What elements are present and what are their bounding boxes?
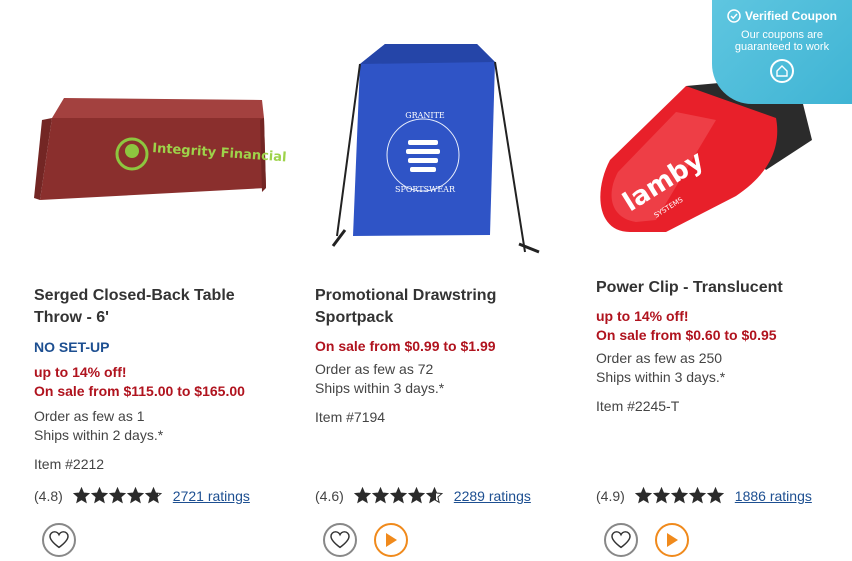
ratings-link[interactable]: 1886 ratings	[735, 488, 812, 504]
badge-icon	[770, 59, 794, 83]
star-rating	[72, 487, 162, 504]
rating-score: (4.6)	[315, 487, 344, 504]
min-order: Order as few as 250	[596, 350, 723, 366]
play-video-button[interactable]	[374, 523, 408, 557]
star-icon	[407, 487, 425, 504]
coupon-subtitle: Our coupons are guaranteed to work	[734, 29, 830, 53]
svg-text:GRANITE: GRANITE	[405, 111, 445, 120]
min-order: Order as few as 1	[34, 408, 145, 424]
item-number: Item #2212	[34, 456, 105, 472]
product-rating: (4.9) 1886 ratings	[596, 487, 812, 504]
star-icon	[652, 487, 670, 504]
star-icon	[634, 487, 652, 504]
ships-within: Ships within 3 days.*	[596, 369, 726, 385]
rating-score: (4.8)	[34, 487, 63, 504]
star-icon	[144, 487, 162, 504]
sale-price: On sale from $115.00 to $165.00	[34, 383, 245, 399]
star-icon	[670, 487, 688, 504]
star-icon	[108, 487, 126, 504]
product-title[interactable]: Power Clip - Translucent	[596, 277, 846, 299]
product-title[interactable]: Serged Closed-Back Table Throw - 6'	[34, 285, 284, 329]
star-icon	[90, 487, 108, 504]
star-icon	[425, 487, 443, 504]
coupon-title: Verified Coupon	[744, 9, 837, 23]
product-image-table-throw[interactable]: Integrity Financial	[34, 0, 294, 270]
product-rating: (4.6) 2289 ratings	[315, 487, 531, 504]
check-circle-icon	[727, 9, 741, 23]
star-icon	[389, 487, 407, 504]
play-icon	[667, 533, 678, 547]
sale-price: On sale from $0.99 to $1.99	[315, 338, 496, 354]
star-icon	[353, 487, 371, 504]
star-rating	[634, 487, 724, 504]
svg-text:SPORTSWEAR: SPORTSWEAR	[395, 185, 456, 194]
ratings-link[interactable]: 2289 ratings	[454, 488, 531, 504]
favorite-button[interactable]	[323, 523, 357, 557]
favorite-button[interactable]	[42, 523, 76, 557]
ratings-link[interactable]: 2721 ratings	[173, 488, 250, 504]
product-rating: (4.8) 2721 ratings	[34, 487, 250, 504]
item-number: Item #7194	[315, 409, 386, 425]
product-title[interactable]: Promotional Drawstring Sportpack	[315, 285, 565, 329]
discount-text: up to 14% off!	[596, 308, 689, 324]
heart-icon	[611, 531, 631, 549]
star-icon	[371, 487, 389, 504]
discount-text: up to 14% off!	[34, 364, 127, 380]
rating-score: (4.9)	[596, 487, 625, 504]
favorite-button[interactable]	[604, 523, 638, 557]
ships-within: Ships within 3 days.*	[315, 380, 445, 396]
product-image-drawstring[interactable]: GRANITE SPORTSWEAR	[315, 0, 575, 270]
heart-icon	[330, 531, 350, 549]
play-icon	[386, 533, 397, 547]
no-setup-badge: NO SET-UP	[34, 339, 110, 355]
star-rating	[353, 487, 443, 504]
star-icon	[688, 487, 706, 504]
item-number: Item #2245-T	[596, 398, 680, 414]
star-icon	[126, 487, 144, 504]
play-video-button[interactable]	[655, 523, 689, 557]
sale-price: On sale from $0.60 to $0.95	[596, 327, 777, 343]
verified-coupon-badge[interactable]: Verified Coupon Our coupons are guarante…	[712, 0, 852, 104]
min-order: Order as few as 72	[315, 361, 434, 377]
star-icon	[706, 487, 724, 504]
star-icon	[72, 487, 90, 504]
heart-icon	[49, 531, 69, 549]
ships-within: Ships within 2 days.*	[34, 427, 164, 443]
